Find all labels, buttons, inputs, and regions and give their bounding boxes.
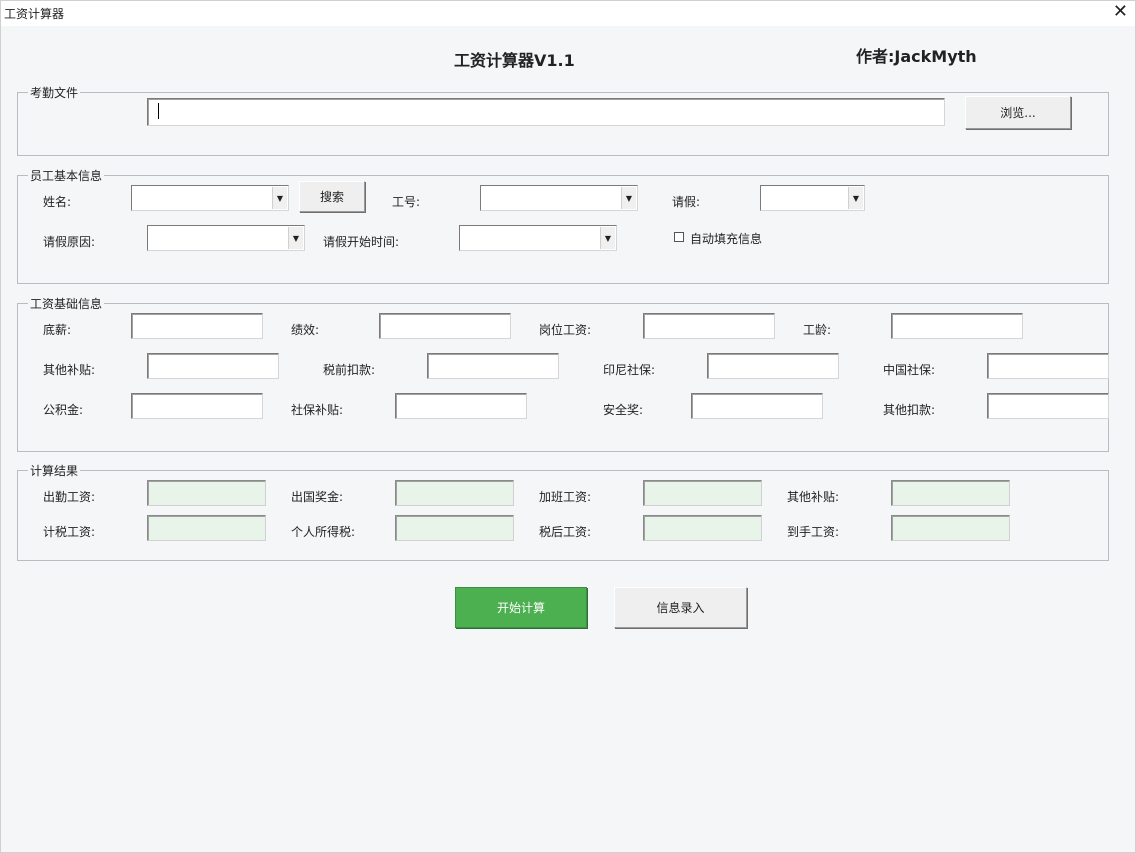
social-allowance-label: 社保补贴: [291,403,344,417]
leave-label: 请假: [672,195,701,209]
browse-button[interactable]: 浏览... [965,96,1071,129]
performance-label: 绩效: [291,323,320,337]
autofill-label[interactable]: 自动填充信息 [690,230,762,247]
author-label: 作者:JackMyth [856,47,977,66]
safety-bonus-label: 安全奖: [603,403,644,417]
leave-reason-label: 请假原因: [43,235,96,249]
net-pay-label: 到手工资: [787,525,840,539]
overtime-pay-label: 加班工资: [539,490,592,504]
employee-id-combo[interactable]: ▼ [480,185,638,211]
start-calc-button[interactable]: 开始计算 [455,587,587,628]
chevron-down-icon[interactable]: ▼ [600,227,615,249]
pretax-deduct-label: 税前扣款: [323,363,376,377]
chevron-down-icon[interactable]: ▼ [848,187,863,209]
after-tax-field [643,515,762,541]
seniority-label: 工龄: [803,323,832,337]
employee-legend: 员工基本信息 [30,169,103,183]
other-allowance-input[interactable] [147,353,279,379]
autofill-checkbox[interactable] [674,232,684,242]
other-deduct-label: 其他扣款: [883,403,936,417]
window-title: 工资计算器 [4,7,65,21]
result-other-allowance-field [891,480,1010,506]
base-salary-input[interactable] [131,313,263,339]
post-salary-label: 岗位工资: [539,323,592,337]
chevron-down-icon[interactable]: ▼ [272,187,287,209]
attend-pay-field [147,480,266,506]
base-salary-label: 底薪: [43,323,72,337]
abroad-bonus-label: 出国奖金: [291,490,344,504]
result-group: 计算结果 [17,462,1109,561]
leave-start-combo[interactable]: ▼ [459,225,617,251]
leave-reason-combo[interactable]: ▼ [147,225,305,251]
search-button[interactable]: 搜索 [299,181,365,212]
indo-social-label: 印尼社保: [603,363,656,377]
housing-fund-input[interactable] [131,393,263,419]
china-social-input[interactable] [987,353,1109,379]
result-other-allowance-label: 其他补贴: [787,490,840,504]
overtime-pay-field [643,480,762,506]
housing-fund-label: 公积金: [43,403,84,417]
taxable-pay-field [147,515,266,541]
social-allowance-input[interactable] [395,393,527,419]
close-icon[interactable]: ✕ [1113,2,1128,22]
attend-pay-label: 出勤工资: [43,490,96,504]
name-combo[interactable]: ▼ [131,185,289,211]
performance-input[interactable] [379,313,511,339]
pretax-deduct-input[interactable] [427,353,559,379]
safety-bonus-input[interactable] [691,393,823,419]
other-allowance-label: 其他补贴: [43,363,96,377]
app-title: 工资计算器V1.1 [454,51,575,70]
seniority-input[interactable] [891,313,1023,339]
income-tax-label: 个人所得税: [291,525,356,539]
leave-combo[interactable]: ▼ [760,185,865,211]
chevron-down-icon[interactable]: ▼ [621,187,636,209]
info-entry-button[interactable]: 信息录入 [614,587,747,628]
salary-legend: 工资基础信息 [30,297,103,311]
chevron-down-icon[interactable]: ▼ [288,227,303,249]
indo-social-input[interactable] [707,353,839,379]
after-tax-label: 税后工资: [539,525,592,539]
income-tax-field [395,515,514,541]
abroad-bonus-field [395,480,514,506]
attendance-file-input[interactable] [147,98,945,126]
net-pay-field [891,515,1010,541]
leave-start-label: 请假开始时间: [323,235,400,249]
name-label: 姓名: [43,195,72,209]
taxable-pay-label: 计税工资: [43,525,96,539]
other-deduct-input[interactable] [987,393,1109,419]
china-social-label: 中国社保: [883,363,936,377]
post-salary-input[interactable] [643,313,775,339]
result-legend: 计算结果 [30,464,79,478]
text-cursor [158,103,159,119]
attendance-legend: 考勤文件 [30,86,79,100]
employee-id-label: 工号: [392,195,421,209]
title-bar: 工资计算器 ✕ [0,0,1136,26]
